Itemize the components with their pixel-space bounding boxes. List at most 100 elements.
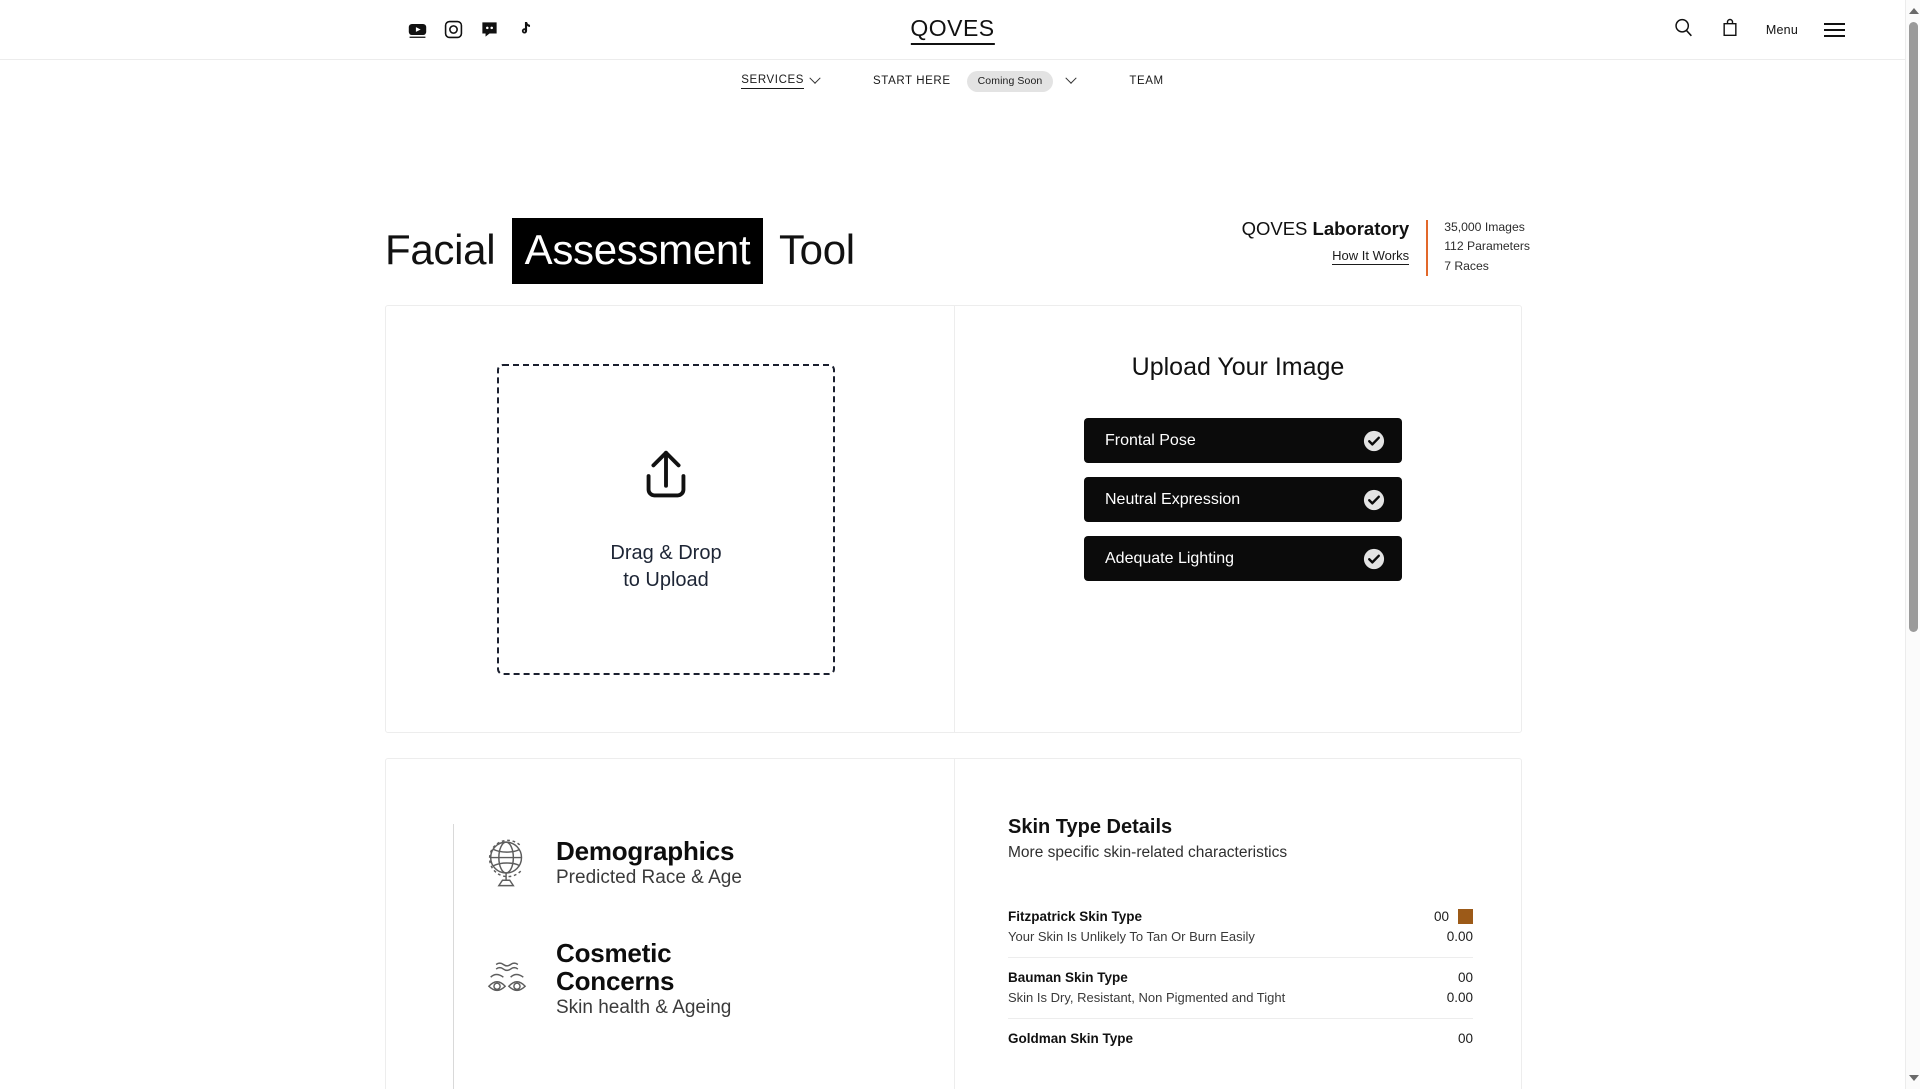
page-root: QOVES Menu SERVICES START HERE Coming So… bbox=[0, 0, 1920, 1089]
dropzone-line-2: to Upload bbox=[610, 567, 721, 594]
results-card: Demographics Predicted Race & Age bbox=[385, 758, 1522, 1089]
brand-logo[interactable]: QOVES bbox=[910, 15, 994, 45]
hero-word-2: Tool bbox=[779, 226, 855, 273]
hero-word-1: Facial bbox=[385, 226, 495, 273]
skin-type-column: Skin Type Details More specific skin-rel… bbox=[955, 759, 1521, 1089]
header-actions: Menu bbox=[1673, 17, 1845, 43]
row-name: Goldman Skin Type bbox=[1008, 1031, 1133, 1046]
wrinkles-eyes-icon bbox=[478, 950, 536, 1008]
row-value-text: 00 bbox=[1434, 909, 1449, 924]
feature-text: Demographics Predicted Race & Age bbox=[556, 837, 742, 889]
requirement-label: Frontal Pose bbox=[1105, 432, 1196, 450]
requirement-adequate-lighting[interactable]: Adequate Lighting bbox=[1084, 536, 1402, 581]
row-text: Bauman Skin Type Skin Is Dry, Resistant,… bbox=[1008, 970, 1285, 1005]
check-circle-icon bbox=[1363, 430, 1385, 452]
page-title: Facial Assessment Tool bbox=[385, 218, 855, 284]
scroll-down-arrow-icon[interactable] bbox=[1909, 1075, 1919, 1081]
feature-subtitle: Predicted Race & Age bbox=[556, 867, 742, 889]
discord-icon[interactable] bbox=[480, 20, 499, 39]
lab-title-bold: Laboratory bbox=[1313, 218, 1410, 239]
upload-section-title: Upload Your Image bbox=[955, 353, 1521, 382]
globe-icon bbox=[478, 834, 536, 892]
lab-stat: 7 Races bbox=[1444, 257, 1530, 276]
row-description: Your Skin Is Unlikely To Tan Or Burn Eas… bbox=[1008, 929, 1255, 944]
row-text: Goldman Skin Type bbox=[1008, 1031, 1133, 1046]
how-it-works-link[interactable]: How It Works bbox=[1332, 248, 1409, 265]
upload-card: Drag & Drop to Upload Upload Your Image … bbox=[385, 305, 1522, 733]
requirements-list: Frontal Pose Neutral Expression Adequate… bbox=[1084, 418, 1402, 581]
requirement-label: Adequate Lighting bbox=[1105, 550, 1234, 568]
nav-item-start-here[interactable]: START HERE Coming Soon bbox=[873, 71, 1075, 92]
skin-type-panel: Skin Type Details More specific skin-rel… bbox=[1008, 816, 1473, 1059]
feature-subtitle: Skin health & Ageing bbox=[556, 997, 736, 1019]
upload-arrow-icon bbox=[635, 445, 697, 512]
lab-credentials: QOVES Laboratory How It Works 35,000 Ima… bbox=[1242, 218, 1530, 276]
row-value-text: 00 bbox=[1458, 1031, 1473, 1046]
nav-item-services[interactable]: SERVICES bbox=[741, 74, 819, 89]
lab-stats: 35,000 Images 112 Parameters 7 Races bbox=[1428, 218, 1530, 276]
row-value-text: 00 bbox=[1458, 970, 1473, 985]
nav-item-team[interactable]: TEAM bbox=[1129, 75, 1163, 87]
feature-cosmetic-concerns[interactable]: Cosmetic Concerns Skin health & Ageing bbox=[478, 939, 736, 1019]
lab-stat: 35,000 Images bbox=[1444, 218, 1530, 237]
row-values: 00 bbox=[1391, 1031, 1473, 1046]
color-swatch bbox=[1458, 909, 1473, 924]
menu-label[interactable]: Menu bbox=[1766, 23, 1798, 37]
coming-soon-badge: Coming Soon bbox=[967, 71, 1054, 92]
chevron-down-icon bbox=[809, 73, 820, 84]
scrollbar-thumb[interactable] bbox=[1909, 22, 1918, 632]
table-row[interactable]: Fitzpatrick Skin Type Your Skin Is Unlik… bbox=[1008, 897, 1473, 958]
page-scrollbar[interactable] bbox=[1905, 0, 1920, 1089]
lab-stat: 112 Parameters bbox=[1444, 237, 1530, 256]
row-name: Fitzpatrick Skin Type bbox=[1008, 909, 1255, 924]
instagram-icon[interactable] bbox=[444, 20, 463, 39]
row-name: Bauman Skin Type bbox=[1008, 970, 1285, 985]
chevron-down-icon bbox=[1066, 73, 1077, 84]
feature-heading: Demographics bbox=[556, 837, 742, 865]
row-text: Fitzpatrick Skin Type Your Skin Is Unlik… bbox=[1008, 909, 1255, 944]
upload-requirements-column: Upload Your Image Frontal Pose Neutral E… bbox=[955, 306, 1521, 732]
drag-drop-upload-zone[interactable]: Drag & Drop to Upload bbox=[497, 364, 835, 675]
row-values: 00 0.00 bbox=[1391, 970, 1473, 1005]
social-links bbox=[408, 20, 535, 39]
feature-demographics[interactable]: Demographics Predicted Race & Age bbox=[478, 834, 742, 892]
skin-type-subtitle: More specific skin-related characteristi… bbox=[1008, 844, 1473, 862]
table-row[interactable]: Bauman Skin Type Skin Is Dry, Resistant,… bbox=[1008, 958, 1473, 1019]
dropzone-line-1: Drag & Drop bbox=[610, 540, 721, 567]
nav-label-start-here: START HERE bbox=[873, 75, 951, 87]
nav-label-team: TEAM bbox=[1129, 75, 1163, 87]
search-icon[interactable] bbox=[1673, 17, 1694, 43]
hamburger-menu-icon[interactable] bbox=[1824, 23, 1845, 37]
lab-title: QOVES Laboratory bbox=[1242, 218, 1410, 240]
secondary-navigation: SERVICES START HERE Coming Soon TEAM bbox=[0, 60, 1905, 102]
hero-highlight-word: Assessment bbox=[512, 218, 764, 284]
demographics-rule bbox=[453, 824, 454, 1089]
requirement-neutral-expression[interactable]: Neutral Expression bbox=[1084, 477, 1402, 522]
check-circle-icon bbox=[1363, 548, 1385, 570]
skin-type-title: Skin Type Details bbox=[1008, 816, 1473, 839]
row-value: 00 bbox=[1391, 1031, 1473, 1046]
dropzone-label: Drag & Drop to Upload bbox=[610, 540, 721, 593]
requirement-label: Neutral Expression bbox=[1105, 491, 1240, 509]
skin-type-table: Fitzpatrick Skin Type Your Skin Is Unlik… bbox=[1008, 897, 1473, 1059]
row-values: 00 0.00 bbox=[1391, 909, 1473, 944]
row-value: 00 bbox=[1391, 909, 1473, 924]
lab-title-light: QOVES bbox=[1242, 218, 1313, 239]
row-value: 00 bbox=[1391, 970, 1473, 985]
requirement-frontal-pose[interactable]: Frontal Pose bbox=[1084, 418, 1402, 463]
feature-heading: Cosmetic Concerns bbox=[556, 939, 736, 995]
top-header-bar: QOVES Menu bbox=[0, 0, 1905, 60]
nav-label-services: SERVICES bbox=[741, 74, 804, 89]
row-score: 0.00 bbox=[1391, 990, 1473, 1005]
lab-left: QOVES Laboratory How It Works bbox=[1242, 218, 1427, 265]
feature-text: Cosmetic Concerns Skin health & Ageing bbox=[556, 939, 736, 1019]
check-circle-icon bbox=[1363, 489, 1385, 511]
table-row[interactable]: Goldman Skin Type 00 bbox=[1008, 1019, 1473, 1059]
hero-heading: Facial Assessment Tool bbox=[385, 218, 855, 284]
row-description: Skin Is Dry, Resistant, Non Pigmented an… bbox=[1008, 990, 1285, 1005]
youtube-icon[interactable] bbox=[408, 20, 427, 39]
shopping-bag-icon[interactable] bbox=[1720, 17, 1740, 42]
tiktok-icon[interactable] bbox=[516, 20, 535, 39]
demographics-column: Demographics Predicted Race & Age bbox=[386, 759, 954, 1089]
scroll-up-arrow-icon[interactable] bbox=[1909, 8, 1919, 14]
